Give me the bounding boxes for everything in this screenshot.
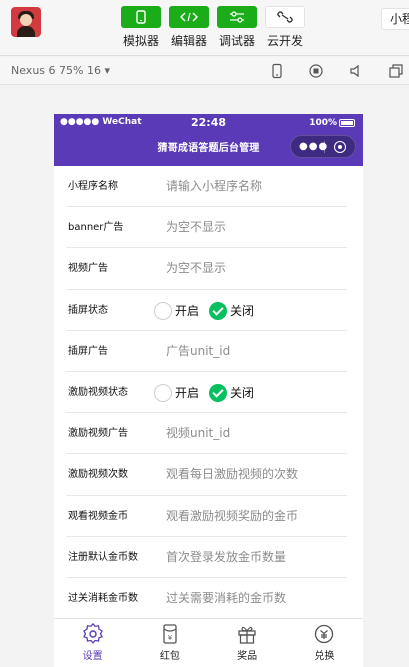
tab-exchange[interactable]: 兑换 — [286, 619, 363, 667]
rewarded-count-input[interactable]: 观看每日激励视频的次数 — [166, 454, 298, 495]
field-label: 激励视频广告 — [68, 428, 128, 440]
interstitial-radio-group: 开启 关闭 — [154, 301, 254, 321]
tab-bar: 设置 ¥ 红包 奖品 兑换 — [54, 618, 363, 667]
form-row-app-name: 小程序名称 请输入小程序名称 — [54, 166, 363, 208]
tab-red-envelope[interactable]: ¥ 红包 — [131, 619, 208, 667]
close-miniprogram-icon[interactable] — [334, 141, 346, 153]
gift-icon — [238, 626, 256, 644]
radio-label-off[interactable]: 关闭 — [230, 302, 254, 319]
svg-text:¥: ¥ — [168, 634, 173, 642]
cloud-button[interactable] — [265, 6, 305, 28]
avatar-face — [20, 14, 32, 26]
radio-label-off[interactable]: 关闭 — [230, 384, 254, 401]
cloud-tool[interactable]: 云开发 — [265, 6, 305, 49]
rotate-device-icon[interactable] — [269, 63, 285, 79]
form-row-interstitial-status: 插屏状态 开启 关闭 — [54, 290, 363, 331]
video-ad-input[interactable]: 为空不显示 — [166, 248, 226, 289]
device-bar: Nexus 6 75% 16 ▾ — [0, 57, 409, 85]
field-label: 插屏广告 — [68, 345, 108, 357]
field-label: 激励视频次数 — [68, 469, 128, 481]
sliders-icon — [230, 11, 244, 23]
interstitial-ad-input[interactable]: 广告unit_id — [166, 331, 230, 372]
form-row-interstitial-ad: 插屏广告 广告unit_id — [54, 331, 363, 373]
tab-prizes[interactable]: 奖品 — [209, 619, 286, 667]
field-label: 插屏状态 — [68, 304, 108, 316]
field-label: banner广告 — [68, 222, 124, 234]
form-row-rewarded-count: 激励视频次数 观看每日激励视频的次数 — [54, 454, 363, 496]
form-row-rewarded-ad: 激励视频广告 视频unit_id — [54, 413, 363, 455]
devtools-toolbar: 模拟器 编辑器 调试器 云开发 小程 — [0, 0, 409, 56]
field-label: 激励视频状态 — [68, 386, 128, 398]
field-label: 视频广告 — [68, 263, 108, 275]
exchange-icon — [315, 624, 334, 644]
interstitial-on-radio[interactable] — [154, 301, 172, 320]
battery-icon — [339, 119, 355, 127]
simulator-tool[interactable]: 模拟器 — [121, 6, 161, 49]
red-envelope-icon: ¥ — [163, 624, 177, 644]
cloud-icon — [277, 11, 293, 23]
form-row-register-coins: 注册默认金币数 首次登录发放金币数量 — [54, 537, 363, 579]
tab-label: 兑换 — [314, 651, 335, 662]
simulator-button[interactable] — [121, 6, 161, 28]
rewarded-ad-input[interactable]: 视频unit_id — [166, 413, 230, 454]
battery-text: 100% — [309, 118, 337, 128]
register-coins-input[interactable]: 首次登录发放金币数量 — [166, 537, 286, 578]
mini-program-button[interactable]: 小程 — [381, 8, 409, 30]
radio-label-on[interactable]: 开启 — [175, 384, 199, 401]
code-icon — [180, 12, 198, 22]
rewarded-on-radio[interactable] — [154, 383, 172, 402]
phone-icon — [136, 10, 146, 24]
device-selector[interactable]: Nexus 6 75% 16 ▾ — [11, 64, 110, 77]
form-row-banner-ad: banner广告 为空不显示 — [54, 207, 363, 249]
rewarded-radio-group: 开启 关闭 — [154, 383, 254, 403]
user-avatar[interactable] — [11, 7, 41, 37]
cloud-label: 云开发 — [266, 34, 303, 48]
form-row-rewarded-status: 激励视频状态 开启 关闭 — [54, 372, 363, 414]
capsule-menu: ●●● — [290, 135, 356, 158]
interstitial-off-radio[interactable] — [209, 301, 228, 320]
field-label: 注册默认金币数 — [68, 551, 138, 563]
navigation-bar: ●●●●● WeChat 22:48 100% 猜哥成语答题后台管理 ●●● — [54, 114, 363, 166]
volume-icon[interactable] — [348, 63, 364, 79]
form-row-level-cost: 过关消耗金币数 过关需要消耗的金币数 — [54, 578, 363, 620]
form-row-video-ad: 视频广告 为空不显示 — [54, 248, 363, 290]
capsule-divider — [324, 141, 325, 153]
window-icon[interactable] — [388, 63, 404, 79]
radio-label-on[interactable]: 开启 — [175, 302, 199, 319]
tab-label: 红包 — [159, 651, 180, 662]
avatar-body — [17, 26, 35, 37]
level-cost-input[interactable]: 过关需要消耗的金币数 — [166, 578, 286, 619]
app-name-input[interactable]: 请输入小程序名称 — [166, 166, 262, 207]
record-icon[interactable] — [308, 63, 324, 79]
settings-form: 小程序名称 请输入小程序名称 banner广告 为空不显示 视频广告 为空不显示… — [54, 166, 363, 620]
field-label: 观看视频金币 — [68, 510, 128, 522]
gear-icon — [82, 623, 103, 644]
rewarded-off-radio[interactable] — [209, 383, 228, 402]
field-label: 小程序名称 — [68, 181, 118, 192]
debugger-button[interactable] — [217, 6, 257, 28]
tab-label: 设置 — [82, 651, 103, 662]
tab-label: 奖品 — [237, 651, 258, 662]
phone-simulator: ●●●●● WeChat 22:48 100% 猜哥成语答题后台管理 ●●● 小… — [54, 114, 363, 667]
editor-tool[interactable]: 编辑器 — [169, 6, 209, 49]
form-row-video-coins: 观看视频金币 观看激励视频奖励的金币 — [54, 496, 363, 537]
tab-settings[interactable]: 设置 — [54, 619, 131, 667]
video-coins-input[interactable]: 观看激励视频奖励的金币 — [166, 496, 298, 537]
banner-ad-input[interactable]: 为空不显示 — [166, 207, 226, 248]
editor-button[interactable] — [169, 6, 209, 28]
field-label: 过关消耗金币数 — [68, 592, 138, 604]
debugger-tool[interactable]: 调试器 — [217, 6, 257, 49]
